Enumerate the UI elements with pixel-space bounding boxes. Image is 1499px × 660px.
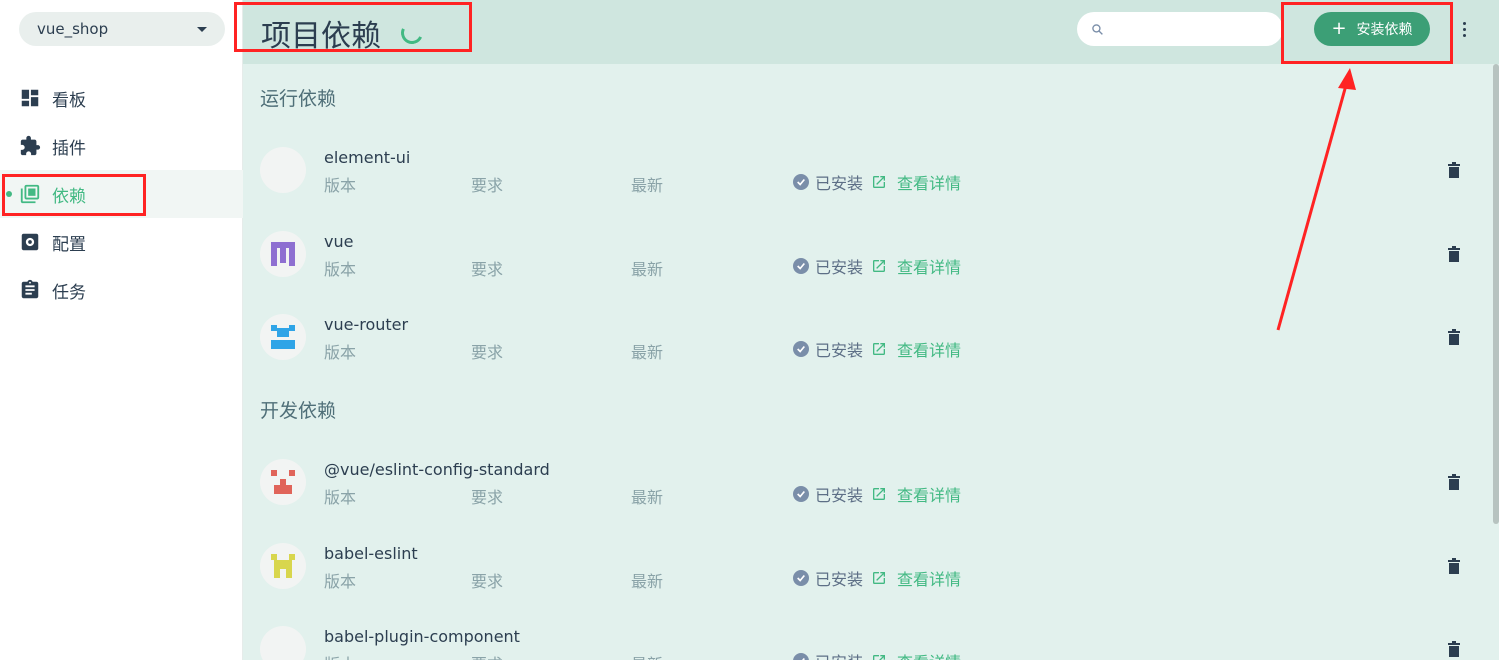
sidebar: vue_shop 看板 插件 依赖 配置 任务 — [0, 0, 243, 660]
latest-label: 最新 — [631, 343, 664, 362]
view-details-link[interactable]: 查看详情 — [897, 566, 961, 590]
delete-icon[interactable] — [1447, 329, 1461, 345]
version-label: 版本 — [324, 343, 357, 362]
dependency-name: @vue/eslint-config-standard — [324, 460, 550, 479]
install-status: 已安装 查看详情 — [793, 482, 961, 506]
red-pixel-logo — [260, 459, 306, 505]
external-link-icon — [873, 176, 886, 188]
installed-label: 已安装 — [815, 649, 863, 660]
blank-logo — [260, 147, 306, 193]
latest-label: 最新 — [631, 488, 664, 507]
check-circle-icon — [793, 570, 809, 586]
delete-icon[interactable] — [1447, 641, 1461, 657]
check-circle-icon — [793, 653, 809, 660]
sidebar-item-label: 插件 — [52, 138, 86, 159]
delete-icon[interactable] — [1447, 558, 1461, 574]
purple-pixel-logo — [260, 231, 306, 277]
more-menu-button[interactable] — [1459, 18, 1469, 40]
sidebar-item-label: 看板 — [52, 90, 86, 111]
project-selector[interactable]: vue_shop — [19, 12, 225, 46]
installed-label: 已安装 — [815, 341, 864, 360]
delete-icon[interactable] — [1447, 474, 1461, 490]
view-details-link[interactable]: 查看详情 — [897, 649, 961, 660]
external-link-icon — [873, 655, 886, 660]
search-box[interactable] — [1077, 12, 1283, 46]
install-status: 已安装 查看详情 — [793, 170, 961, 194]
delete-icon[interactable] — [1447, 246, 1461, 262]
dependency-name: babel-eslint — [324, 544, 418, 563]
external-link-icon — [873, 260, 886, 272]
dependency-name: babel-plugin-component — [324, 627, 520, 646]
sidebar-item-plugins[interactable]: 插件 — [0, 122, 243, 170]
sidebar-item-label: 配置 — [52, 234, 86, 255]
section-title-dev: 开发依赖 — [260, 400, 337, 422]
sidebar-item-config[interactable]: 配置 — [0, 218, 243, 266]
search-input[interactable] — [1114, 21, 1274, 37]
dependency-row: babel-plugin-component 版本 要求 最新 已安装 查看详情 — [243, 613, 1483, 660]
settings-icon — [19, 231, 41, 253]
installed-label: 已安装 — [815, 258, 864, 277]
check-circle-icon — [793, 258, 809, 274]
installed-label: 已安装 — [815, 486, 864, 505]
check-circle-icon — [793, 486, 809, 502]
annotation-box-install — [1281, 2, 1453, 64]
project-name: vue_shop — [37, 20, 109, 38]
version-label: 版本 — [324, 651, 356, 660]
clipboard-icon — [19, 279, 41, 301]
external-link-icon — [873, 572, 886, 584]
latest-label: 最新 — [631, 260, 664, 279]
install-status: 已安装 查看详情 — [793, 649, 961, 660]
version-label: 版本 — [324, 572, 357, 591]
install-status: 已安装 查看详情 — [793, 566, 961, 590]
annotation-box-sidebar — [2, 174, 146, 216]
dependency-name: element-ui — [324, 148, 411, 167]
required-label: 要求 — [471, 260, 504, 279]
view-details-link[interactable]: 查看详情 — [897, 170, 961, 194]
installed-label: 已安装 — [815, 174, 864, 193]
required-label: 要求 — [471, 343, 504, 362]
view-details-link[interactable]: 查看详情 — [897, 337, 961, 361]
caret-down-icon — [197, 26, 207, 32]
version-label: 版本 — [324, 260, 357, 279]
sidebar-item-dashboard[interactable]: 看板 — [0, 74, 243, 122]
latest-label: 最新 — [631, 176, 664, 195]
required-label: 要求 — [471, 488, 504, 507]
yellow-pixel-logo — [260, 543, 306, 589]
dependency-name: vue-router — [324, 315, 409, 334]
sidebar-item-label: 任务 — [52, 282, 86, 303]
version-label: 版本 — [324, 488, 357, 507]
search-icon — [1092, 23, 1103, 35]
delete-icon[interactable] — [1447, 162, 1461, 178]
install-status: 已安装 查看详情 — [793, 254, 961, 278]
latest-label: 最新 — [631, 572, 664, 591]
view-details-link[interactable]: 查看详情 — [897, 482, 961, 506]
required-label: 要求 — [471, 651, 503, 660]
more-vertical-icon — [1462, 21, 1466, 25]
installed-label: 已安装 — [815, 570, 864, 589]
blue-pixel-logo — [260, 314, 306, 360]
scrollbar[interactable] — [1493, 64, 1499, 524]
latest-label: 最新 — [631, 651, 663, 660]
required-label: 要求 — [471, 176, 504, 195]
sidebar-item-tasks[interactable]: 任务 — [0, 266, 243, 314]
install-status: 已安装 查看详情 — [793, 337, 961, 361]
annotation-box-title — [234, 2, 472, 52]
external-link-icon — [873, 488, 886, 500]
puzzle-icon — [19, 135, 41, 157]
check-circle-icon — [793, 341, 809, 357]
dependency-row: babel-eslint 版本 要求 最新 已安装 查看详情 — [243, 530, 1483, 610]
dashboard-icon — [19, 87, 41, 109]
view-details-link[interactable]: 查看详情 — [897, 254, 961, 278]
dependency-row: @vue/eslint-config-standard 版本 要求 最新 已安装… — [243, 446, 1483, 526]
dependency-name: vue — [324, 232, 354, 251]
section-title-runtime: 运行依赖 — [260, 88, 337, 110]
blank-logo — [260, 626, 306, 660]
check-circle-icon — [793, 174, 809, 190]
required-label: 要求 — [471, 572, 504, 591]
version-label: 版本 — [324, 176, 357, 195]
external-link-icon — [873, 343, 886, 355]
annotation-arrow — [1276, 68, 1356, 331]
